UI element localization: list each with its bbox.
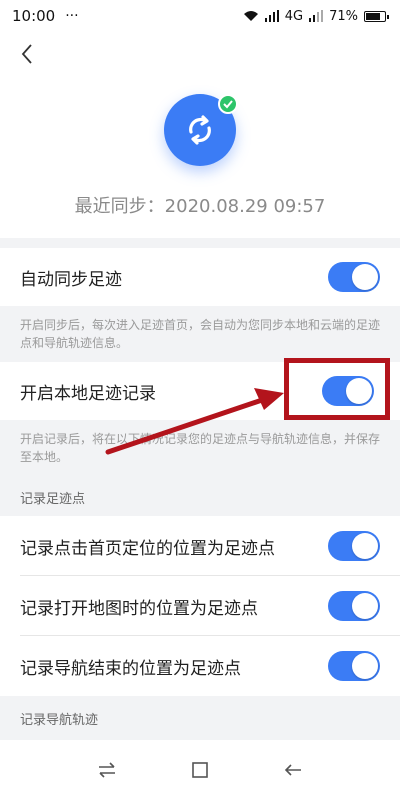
- square-icon: [192, 762, 208, 778]
- nav-end-toggle[interactable]: [328, 651, 380, 681]
- point-row-label: 记录点击首页定位的位置为足迹点: [20, 538, 275, 559]
- back-button[interactable]: [16, 42, 40, 66]
- divider: [0, 238, 400, 248]
- battery-percent: 71%: [329, 8, 358, 24]
- point-row-home-locate: 记录点击首页定位的位置为足迹点: [0, 516, 400, 576]
- section-footprint-points: 记录足迹点: [0, 478, 400, 516]
- auto-sync-label: 自动同步足迹: [20, 269, 122, 290]
- annotation-highlight-box: [284, 358, 390, 420]
- status-bar: 10:00 ··· 4G 71%: [0, 0, 400, 32]
- point-row-open-map: 记录打开地图时的位置为足迹点: [0, 576, 400, 636]
- recent-apps-button[interactable]: [95, 758, 119, 782]
- nav-back-button[interactable]: [281, 758, 305, 782]
- signal-icon: [264, 10, 279, 22]
- status-dots: ···: [65, 8, 79, 24]
- back-arrow-icon: [285, 764, 302, 776]
- home-locate-toggle[interactable]: [328, 531, 380, 561]
- local-record-description: 开启记录后，将在以下情况记录您的足迹点与导航轨迹信息，并保存至本地。: [0, 420, 400, 478]
- status-time: 10:00: [12, 7, 56, 25]
- signal-icon-2: [309, 10, 324, 22]
- point-row-nav-end: 记录导航结束的位置为足迹点: [0, 636, 400, 696]
- auto-sync-toggle[interactable]: [328, 262, 380, 292]
- battery-icon: [364, 10, 389, 22]
- network-type: 4G: [284, 8, 304, 24]
- home-button[interactable]: [188, 758, 212, 782]
- local-record-label: 开启本地足迹记录: [20, 383, 156, 404]
- wifi-icon: [243, 11, 258, 21]
- check-icon: [223, 100, 233, 109]
- point-row-label: 记录打开地图时的位置为足迹点: [20, 598, 258, 619]
- last-sync-time: 最近同步：2020.08.29 09:57: [74, 196, 326, 217]
- chevron-left-icon: [21, 44, 32, 64]
- auto-sync-description: 开启同步后，每次进入足迹首页，会自动为您同步本地和云端的足迹点和导航轨迹信息。: [0, 306, 400, 362]
- auto-sync-row: 自动同步足迹: [0, 248, 400, 306]
- point-row-label: 记录导航结束的位置为足迹点: [20, 658, 241, 679]
- sync-success-badge: [218, 94, 238, 114]
- system-nav-bar: [0, 740, 400, 800]
- sync-icon: [189, 115, 211, 145]
- open-map-toggle[interactable]: [328, 591, 380, 621]
- switch-arrows-icon: [98, 762, 115, 778]
- section-nav-track: 记录导航轨迹: [0, 696, 400, 740]
